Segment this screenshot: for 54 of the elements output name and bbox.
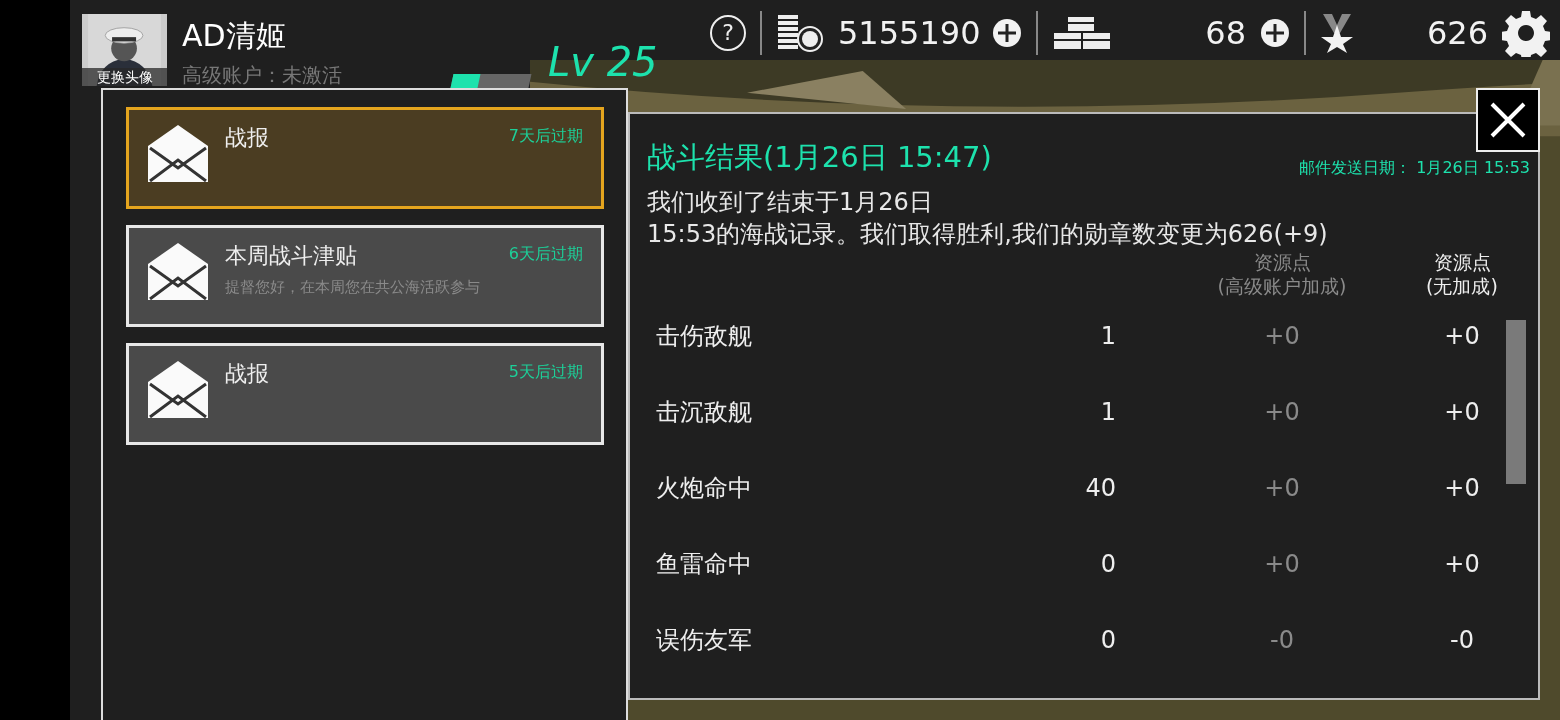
mail-item[interactable]: 战报 5天后过期 xyxy=(126,343,604,445)
count-cell-text: 40 xyxy=(1084,472,1116,504)
row-label: 击伤敌舰 xyxy=(656,320,753,352)
mail-item[interactable]: 本周战斗津贴 提督您好，在本周您在共公海活跃参与 6天后过期 xyxy=(126,225,604,327)
coins-icon xyxy=(776,12,824,53)
count-cell-text: 1 xyxy=(1099,396,1116,428)
scrollbar-thumb[interactable] xyxy=(1506,320,1526,484)
count-cell-text: 0 xyxy=(1099,624,1116,656)
avatar[interactable]: 更换头像 xyxy=(82,14,167,86)
mail-title: 战报 xyxy=(225,360,270,388)
base-cell-text: +0 xyxy=(1443,396,1481,428)
sent-date: 邮件发送日期： 1月26日 15:53 xyxy=(1299,156,1530,179)
bonus-cell-text: +0 xyxy=(1263,472,1301,504)
add-button[interactable] xyxy=(1260,17,1290,48)
expiry-label: 5天后过期 xyxy=(508,361,583,383)
crate-count: 68 xyxy=(1204,12,1246,54)
mail-title: 本周战斗津贴 xyxy=(225,242,358,270)
base-cell-text: -0 xyxy=(1449,624,1475,656)
expiry-label: 6天后过期 xyxy=(508,243,583,265)
coin-count: 5155190 xyxy=(838,12,978,54)
player-name: AD清姬 xyxy=(182,18,287,54)
bonus-cell-text: +0 xyxy=(1263,548,1301,580)
medal-count: 626 xyxy=(1425,12,1488,54)
mail-preview: 提督您好，在本周您在共公海活跃参与 xyxy=(225,277,481,298)
envelope-icon xyxy=(147,124,209,182)
level-label: Lv 25 xyxy=(548,38,658,87)
mail-item[interactable]: 战报 7天后过期 xyxy=(126,107,604,209)
add-button[interactable] xyxy=(992,17,1022,48)
base-cell-text: +0 xyxy=(1443,472,1481,504)
bonus-cell-text: -0 xyxy=(1269,624,1295,656)
report-text: 我们收到了结束于1月26日 15:53的海战记录。我们取得胜利,我们的勋章数变更为626(+9) xyxy=(647,186,1329,250)
count-cell-text: 1 xyxy=(1099,320,1116,352)
envelope-icon xyxy=(147,360,209,418)
close-button[interactable] xyxy=(1476,88,1540,152)
mail-title: 战报 xyxy=(225,124,270,152)
report-title: 战斗结果(1月26日 15:47) xyxy=(647,139,992,176)
row-label: 击沉敌舰 xyxy=(656,396,753,428)
bonus-cell-text: +0 xyxy=(1263,396,1301,428)
close-icon xyxy=(1488,100,1528,140)
column-header: 资源点 (高级账户加成) xyxy=(1216,249,1348,298)
settings-icon[interactable] xyxy=(1502,8,1550,57)
bonus-cell-text: +0 xyxy=(1263,320,1301,352)
base-cell-text: +0 xyxy=(1443,548,1481,580)
row-label: 火炮命中 xyxy=(656,472,753,504)
help-button[interactable]: ? xyxy=(710,14,746,51)
column-header: 资源点 (无加成) xyxy=(1425,249,1499,298)
medal-icon xyxy=(1320,12,1354,53)
count-cell-text: 0 xyxy=(1099,548,1116,580)
envelope-icon xyxy=(147,242,209,300)
row-label: 误伤友军 xyxy=(656,624,753,656)
expiry-label: 7天后过期 xyxy=(508,125,583,147)
row-label: 鱼雷命中 xyxy=(656,548,753,580)
premium-status: 高级账户：未激活 xyxy=(182,62,343,89)
base-cell-text: +0 xyxy=(1443,320,1481,352)
